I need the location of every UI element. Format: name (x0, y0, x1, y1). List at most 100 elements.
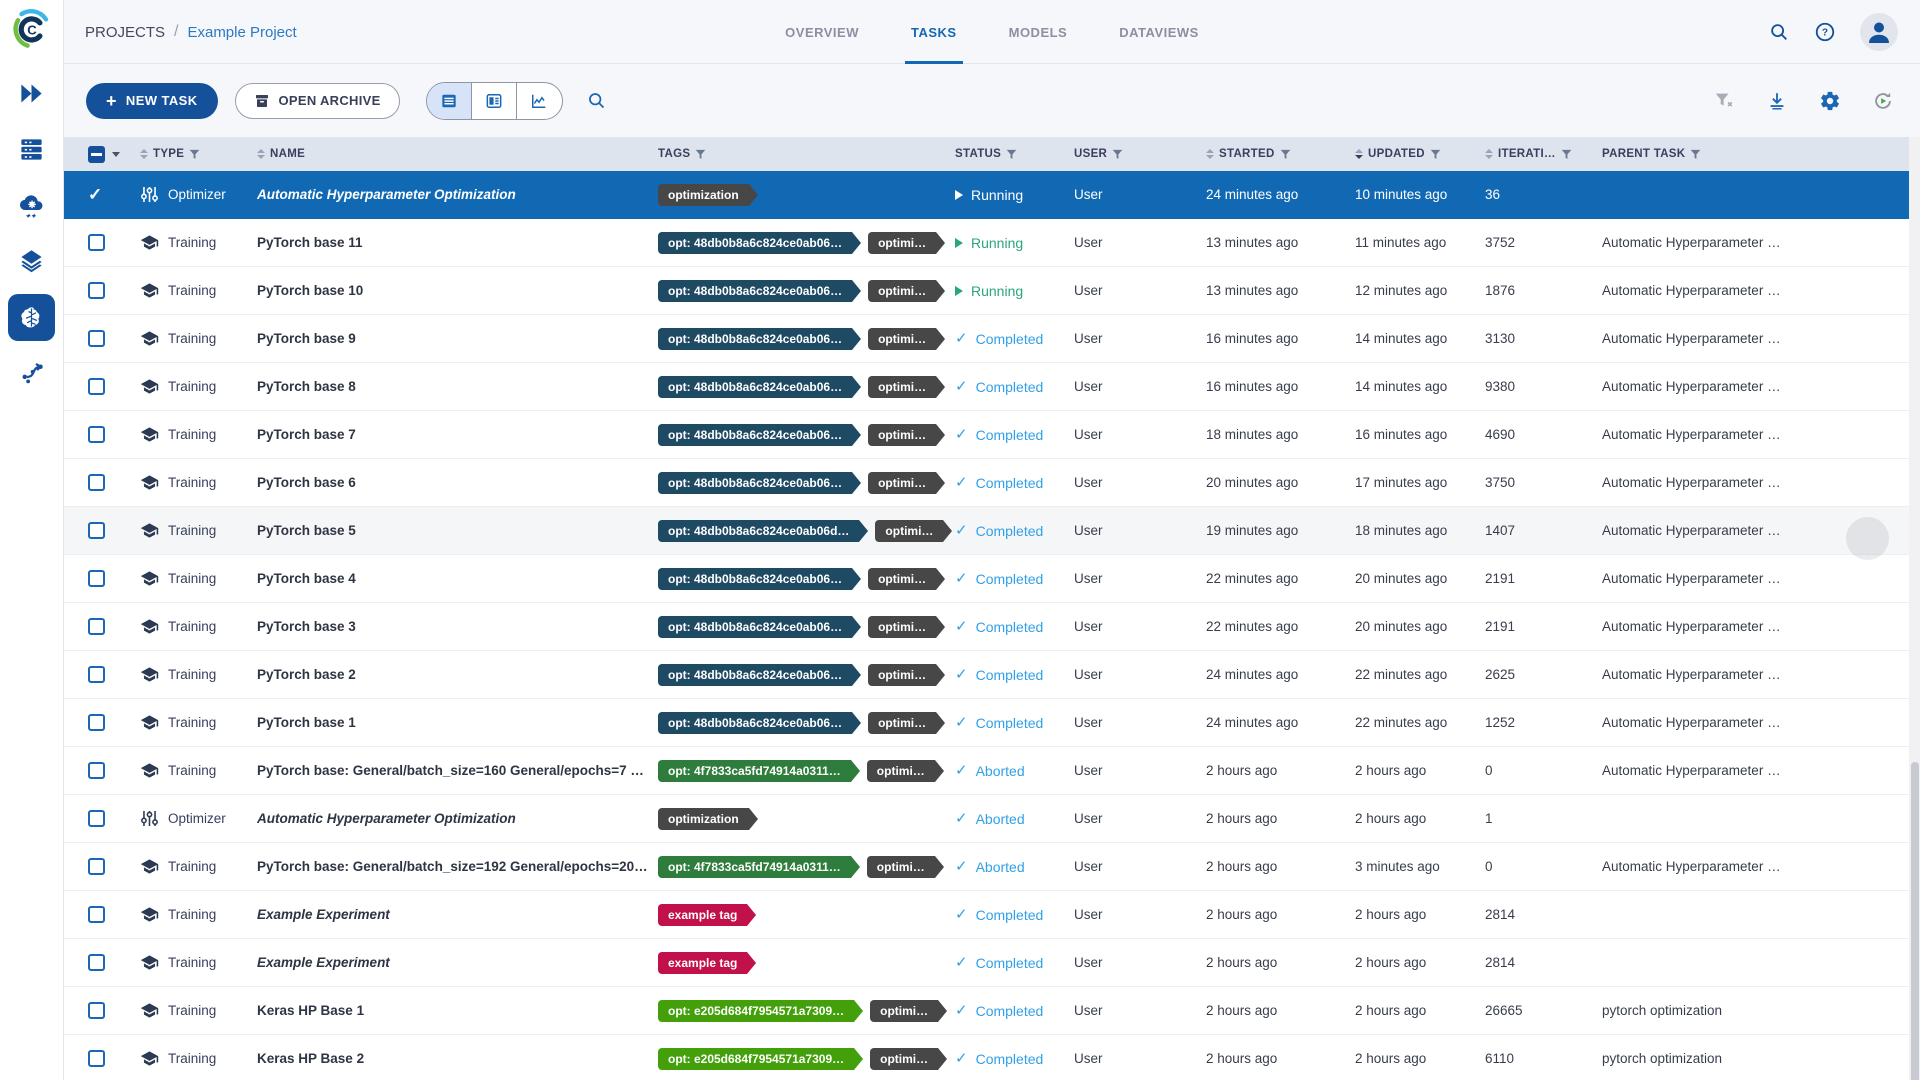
row-checkbox[interactable] (88, 1002, 105, 1019)
column-header-parent-task[interactable]: PARENT TASK (1602, 148, 1920, 160)
tag-chip[interactable]: opt: 48db0b8a6c824ce0ab06… (658, 232, 852, 254)
filter-funnel-icon[interactable] (1280, 149, 1291, 160)
column-header-status[interactable]: STATUS (955, 148, 1074, 160)
table-row[interactable]: TrainingPyTorch base 1opt: 48db0b8a6c824… (64, 699, 1920, 747)
table-row[interactable]: TrainingPyTorch base 2opt: 48db0b8a6c824… (64, 651, 1920, 699)
sidebar-item-datasets[interactable] (8, 238, 55, 285)
clearml-logo-icon[interactable]: C (11, 8, 53, 50)
task-name[interactable]: Example Experiment (257, 955, 658, 970)
tag-chip[interactable]: optimi… (868, 664, 936, 686)
open-archive-button[interactable]: OPEN ARCHIVE (235, 83, 400, 119)
tag-chip[interactable]: optimi… (868, 280, 936, 302)
tag-chip[interactable]: optimi… (875, 520, 943, 542)
table-row[interactable]: TrainingPyTorch base 4opt: 48db0b8a6c824… (64, 555, 1920, 603)
row-checkbox[interactable] (88, 906, 105, 923)
tag-chip[interactable]: optimi… (868, 616, 936, 638)
table-row[interactable]: TrainingPyTorch base 6opt: 48db0b8a6c824… (64, 459, 1920, 507)
tag-chip[interactable]: optimi… (868, 712, 936, 734)
tag-chip[interactable]: opt: 48db0b8a6c824ce0ab06… (658, 376, 852, 398)
table-view-button[interactable] (427, 83, 472, 119)
task-name[interactable]: PyTorch base 4 (257, 571, 658, 586)
task-name[interactable]: Automatic Hyperparameter Optimization (257, 187, 658, 202)
sidebar-item-pipelines[interactable] (8, 350, 55, 397)
charts-view-button[interactable] (517, 83, 562, 119)
table-row[interactable]: OptimizerAutomatic Hyperparameter Optimi… (64, 795, 1920, 843)
tag-chip[interactable]: opt: 48db0b8a6c824ce0ab06… (658, 616, 852, 638)
row-checkbox[interactable] (88, 810, 105, 827)
tag-chip[interactable]: optimi… (867, 856, 935, 878)
filter-funnel-icon[interactable] (1561, 149, 1572, 160)
row-checkbox[interactable] (88, 378, 105, 395)
table-row[interactable]: TrainingKeras HP Base 1opt: e205d684f795… (64, 987, 1920, 1035)
sort-icon[interactable] (257, 149, 265, 159)
table-row[interactable]: TrainingPyTorch base: General/batch_size… (64, 747, 1920, 795)
row-checkbox[interactable] (88, 954, 105, 971)
new-task-button[interactable]: + NEW TASK (86, 83, 218, 119)
tag-chip[interactable]: optimi… (868, 472, 936, 494)
tag-chip[interactable]: optimi… (868, 328, 936, 350)
row-checkbox[interactable] (88, 474, 105, 491)
column-header-type[interactable]: TYPE (140, 148, 257, 160)
tag-chip[interactable]: opt: 48db0b8a6c824ce0ab06… (658, 568, 852, 590)
tag-chip[interactable]: opt: 48db0b8a6c824ce0ab06… (658, 280, 852, 302)
sort-icon[interactable] (140, 149, 148, 159)
tag-chip[interactable]: optimi… (870, 1048, 938, 1070)
tag-chip[interactable]: opt: 48db0b8a6c824ce0ab06… (658, 664, 852, 686)
auto-refresh-icon[interactable] (1872, 90, 1894, 112)
table-row[interactable]: TrainingKeras HP Base 2opt: e205d684f795… (64, 1035, 1920, 1080)
user-avatar[interactable] (1860, 13, 1898, 51)
tab-overview[interactable]: OVERVIEW (785, 0, 859, 64)
column-header-user[interactable]: USER (1074, 148, 1206, 160)
tag-chip[interactable]: opt: 4f7833ca5fd74914a0311… (658, 760, 851, 782)
clear-filters-icon[interactable] (1713, 90, 1735, 112)
task-name[interactable]: PyTorch base 3 (257, 619, 658, 634)
tag-chip[interactable]: opt: e205d684f7954571a7309… (658, 1048, 854, 1070)
tag-chip[interactable]: opt: 48db0b8a6c824ce0ab06… (658, 712, 852, 734)
row-checkbox[interactable] (88, 1050, 105, 1067)
row-checkbox[interactable] (88, 426, 105, 443)
task-name[interactable]: PyTorch base 7 (257, 427, 658, 442)
help-icon[interactable]: ? (1814, 21, 1836, 43)
tag-chip[interactable]: opt: 48db0b8a6c824ce0ab06… (658, 472, 852, 494)
row-checkbox[interactable] (88, 762, 105, 779)
table-row[interactable]: TrainingPyTorch base 10opt: 48db0b8a6c82… (64, 267, 1920, 315)
filter-funnel-icon[interactable] (1430, 149, 1441, 160)
column-header-updated[interactable]: UPDATED (1355, 148, 1485, 160)
download-icon[interactable] (1766, 90, 1788, 112)
task-name[interactable]: PyTorch base 8 (257, 379, 658, 394)
table-row[interactable]: TrainingExample Experimentexample tag✓Co… (64, 939, 1920, 987)
tag-chip[interactable]: opt: e205d684f7954571a7309… (658, 1000, 854, 1022)
column-header-name[interactable]: NAME (257, 148, 658, 160)
tag-chip[interactable]: opt: 48db0b8a6c824ce0ab06d… (658, 520, 859, 542)
select-all-checkbox[interactable] (88, 146, 105, 163)
scrollbar-track[interactable] (1909, 137, 1920, 1080)
task-name[interactable]: PyTorch base 6 (257, 475, 658, 490)
filter-funnel-icon[interactable] (1006, 149, 1017, 160)
tag-chip[interactable]: optimi… (868, 376, 936, 398)
sidebar-item-projects[interactable] (8, 294, 55, 341)
task-name[interactable]: Example Experiment (257, 907, 658, 922)
table-row[interactable]: TrainingPyTorch base: General/batch_size… (64, 843, 1920, 891)
column-header-iterati[interactable]: ITERATI… (1485, 148, 1602, 160)
tag-chip[interactable]: example tag (658, 952, 747, 974)
task-name[interactable]: PyTorch base: General/batch_size=160 Gen… (257, 763, 658, 778)
tag-chip[interactable]: optimi… (868, 232, 936, 254)
sort-icon[interactable] (1485, 149, 1493, 159)
sidebar-item-workers-queues[interactable] (8, 126, 55, 173)
filter-funnel-icon[interactable] (1690, 149, 1701, 160)
search-icon[interactable] (1768, 21, 1790, 43)
sidebar-item-cloud[interactable] (8, 182, 55, 229)
filter-funnel-icon[interactable] (1112, 149, 1123, 160)
tag-chip[interactable]: opt: 48db0b8a6c824ce0ab06… (658, 424, 852, 446)
task-name[interactable]: Keras HP Base 2 (257, 1051, 658, 1066)
details-view-button[interactable] (472, 83, 517, 119)
tag-chip[interactable]: optimi… (870, 1000, 938, 1022)
tag-chip[interactable]: opt: 48db0b8a6c824ce0ab06… (658, 328, 852, 350)
tab-tasks[interactable]: TASKS (911, 0, 957, 64)
row-checkbox[interactable] (88, 618, 105, 635)
table-row[interactable]: TrainingPyTorch base 3opt: 48db0b8a6c824… (64, 603, 1920, 651)
tag-chip[interactable]: optimization (658, 808, 749, 830)
select-dropdown-caret-icon[interactable] (112, 152, 120, 157)
sort-icon[interactable] (1206, 149, 1214, 159)
table-row[interactable]: TrainingPyTorch base 7opt: 48db0b8a6c824… (64, 411, 1920, 459)
